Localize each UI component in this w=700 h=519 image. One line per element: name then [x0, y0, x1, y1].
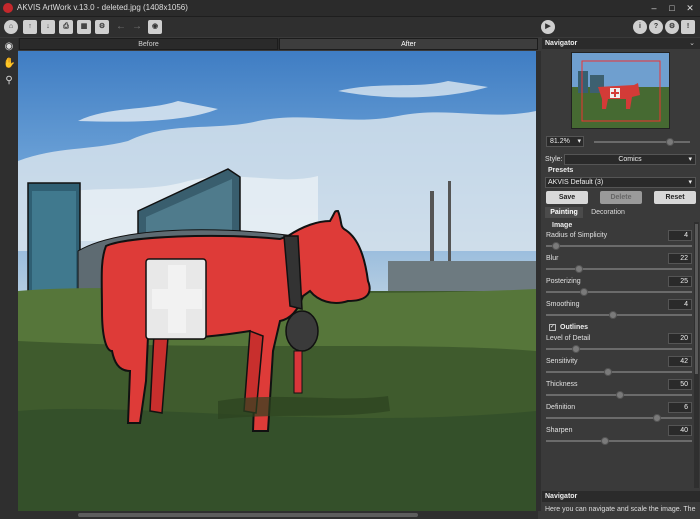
- help-icon[interactable]: ?: [649, 20, 663, 34]
- maximize-icon[interactable]: □: [666, 2, 678, 14]
- view-switch-icon[interactable]: ◉: [3, 41, 15, 53]
- navigator-preview-image: [572, 53, 669, 128]
- image-section-title: Image: [552, 222, 573, 229]
- help-panel: Navigator Here you can navigate and scal…: [542, 491, 700, 519]
- view-tabs: Before After: [18, 38, 538, 50]
- outlines-section-title: Outlines: [560, 324, 589, 331]
- scroll-thumb[interactable]: [78, 513, 418, 517]
- presets-label: Presets: [548, 167, 574, 174]
- param-slider[interactable]: [546, 245, 692, 247]
- app-logo-icon: [3, 3, 13, 13]
- save-file-icon[interactable]: ↓: [41, 20, 55, 34]
- main-toolbar: ⌂ ↑ ↓ ⎙ ▦ ⚙ ← → ◉ ▶ i ? ⚙ !: [0, 17, 700, 37]
- param-slider-handle[interactable]: [616, 391, 624, 399]
- param-value-input[interactable]: 20: [668, 333, 692, 344]
- open-file-icon[interactable]: ↑: [23, 20, 37, 34]
- preset-select[interactable]: AKVIS Default (3) ▾: [545, 177, 696, 188]
- panel-scroll-thumb[interactable]: [695, 224, 698, 374]
- panel-scrollbar[interactable]: [694, 222, 699, 488]
- param-slider-handle[interactable]: [575, 265, 584, 273]
- style-label: Style:: [545, 156, 563, 163]
- param-label: Blur: [546, 255, 559, 262]
- help-panel-text: Here you can navigate and scale the imag…: [545, 506, 696, 513]
- param-slider-handle[interactable]: [604, 368, 613, 376]
- tab-before[interactable]: Before: [19, 38, 278, 50]
- settings-icon[interactable]: ⚙: [665, 20, 679, 34]
- redo-icon[interactable]: →: [130, 20, 144, 34]
- param-label: Definition: [546, 404, 576, 411]
- zoom-tool-icon[interactable]: ⚲: [3, 75, 15, 87]
- param-label: Level of Detail: [546, 335, 591, 342]
- style-value: Comics: [618, 156, 642, 163]
- image-canvas[interactable]: [18, 51, 536, 511]
- param-slider[interactable]: [546, 440, 692, 442]
- tools-panel: ◉ ✋ ⚲: [0, 38, 18, 519]
- reset-button[interactable]: Reset: [654, 191, 696, 204]
- param-slider[interactable]: [546, 268, 692, 270]
- hand-tool-icon[interactable]: ✋: [3, 58, 15, 70]
- param-slider[interactable]: [546, 417, 692, 419]
- delete-preset-button[interactable]: Delete: [600, 191, 642, 204]
- tab-decoration[interactable]: Decoration: [586, 207, 630, 218]
- preset-value: AKVIS Default (3): [548, 179, 604, 186]
- param-value-input[interactable]: 42: [668, 356, 692, 367]
- navigator-header: Navigator: [542, 38, 700, 49]
- param-label: Thickness: [546, 381, 578, 388]
- batch-icon[interactable]: ▦: [77, 20, 91, 34]
- zoom-value: 81.2%: [550, 138, 570, 145]
- title-bar: AKVIS ArtWork v.13.0 - deleted.jpg (1408…: [0, 0, 700, 17]
- param-slider[interactable]: [546, 371, 692, 373]
- param-slider-handle[interactable]: [579, 288, 588, 296]
- param-label: Smoothing: [546, 301, 580, 308]
- settings-panel: Navigator ⌄ 81.2% ▾ Style: Comics ▾ Preset…: [542, 38, 700, 519]
- chevron-down-icon: ▾: [688, 179, 692, 186]
- param-slider-handle[interactable]: [608, 311, 617, 319]
- info-icon[interactable]: i: [633, 20, 647, 34]
- notification-icon[interactable]: !: [681, 20, 695, 34]
- run-icon[interactable]: ▶: [541, 20, 555, 34]
- param-value-input[interactable]: 4: [668, 299, 692, 310]
- collapse-icon[interactable]: ⌄: [686, 38, 698, 50]
- param-label: Sensitivity: [546, 358, 578, 365]
- param-value-input[interactable]: 4: [668, 230, 692, 241]
- window-title: AKVIS ArtWork v.13.0 - deleted.jpg (1408…: [17, 3, 188, 12]
- close-icon[interactable]: ✕: [684, 2, 696, 14]
- param-slider-handle[interactable]: [601, 437, 610, 445]
- navigator-thumbnail[interactable]: [571, 52, 670, 129]
- help-panel-title: Navigator: [542, 491, 700, 502]
- canvas-vertical-scrollbar[interactable]: [536, 51, 541, 511]
- plugin-icon[interactable]: ⚙: [95, 20, 109, 34]
- chevron-down-icon: ▾: [688, 156, 692, 163]
- outlines-checkbox[interactable]: ✓: [549, 324, 556, 331]
- param-slider[interactable]: [546, 314, 692, 316]
- tab-painting[interactable]: Painting: [545, 207, 583, 218]
- minimize-icon[interactable]: –: [648, 2, 660, 14]
- save-preset-button[interactable]: Save: [546, 191, 588, 204]
- zoom-select[interactable]: 81.2% ▾: [546, 136, 584, 147]
- style-select[interactable]: Comics ▾: [564, 154, 696, 165]
- param-slider-handle[interactable]: [572, 345, 581, 353]
- zoom-slider-handle[interactable]: [666, 138, 674, 146]
- tab-after[interactable]: After: [279, 38, 538, 50]
- param-value-input[interactable]: 50: [668, 379, 692, 390]
- home-icon[interactable]: ⌂: [4, 20, 18, 34]
- param-label: Posterizing: [546, 278, 581, 285]
- comic-cow-image: [18, 51, 536, 511]
- param-slider-handle[interactable]: [551, 242, 560, 250]
- param-slider[interactable]: [546, 291, 692, 293]
- undo-icon[interactable]: ←: [114, 20, 128, 34]
- param-value-input[interactable]: 22: [668, 253, 692, 264]
- canvas-horizontal-scrollbar[interactable]: [18, 511, 538, 519]
- share-icon[interactable]: ◉: [148, 20, 162, 34]
- param-value-input[interactable]: 6: [668, 402, 692, 413]
- zoom-slider[interactable]: [594, 141, 690, 143]
- param-value-input[interactable]: 25: [668, 276, 692, 287]
- param-slider-handle[interactable]: [652, 414, 661, 422]
- param-label: Sharpen: [546, 427, 573, 434]
- param-slider[interactable]: [546, 348, 692, 350]
- print-icon[interactable]: ⎙: [59, 20, 73, 34]
- param-value-input[interactable]: 40: [668, 425, 692, 436]
- chevron-down-icon: ▾: [577, 138, 581, 145]
- param-label: Radius of Simplicity: [546, 232, 608, 239]
